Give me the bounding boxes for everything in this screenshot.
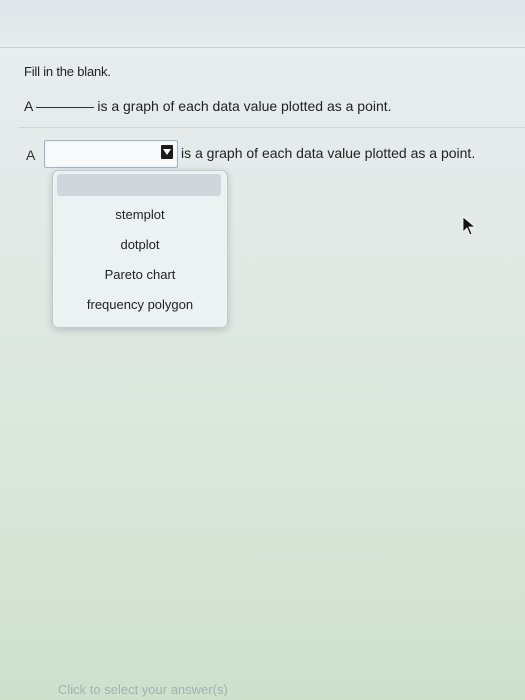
dropdown-option-frequency-polygon[interactable]: frequency polygon — [53, 297, 227, 312]
prompt-text: is a graph of each data value plotted as… — [97, 98, 392, 114]
dropdown-option-pareto-chart[interactable]: Pareto chart — [53, 267, 227, 282]
mouse-pointer-icon — [462, 216, 477, 236]
question-panel: Fill in the blank. Ais a graph of each d… — [0, 48, 525, 700]
dropdown-option-blank[interactable] — [57, 174, 221, 196]
dropdown-menu: stemplot dotplot Pareto chart frequency … — [52, 170, 228, 328]
top-bar — [0, 0, 525, 48]
prompt-letter: A — [24, 98, 34, 114]
dropdown-option-stemplot[interactable]: stemplot — [53, 207, 227, 222]
footer-hint: Click to select your answer(s) — [58, 682, 228, 697]
divider — [18, 127, 525, 128]
answer-text: is a graph of each data value plotted as… — [181, 145, 476, 161]
question-prompt: Ais a graph of each data value plotted a… — [24, 98, 392, 114]
answer-dropdown[interactable] — [44, 140, 178, 168]
chevron-down-icon[interactable] — [161, 145, 173, 159]
instruction-text: Fill in the blank. — [24, 64, 111, 79]
answer-letter: A — [26, 147, 36, 163]
dropdown-option-dotplot[interactable]: dotplot — [53, 237, 227, 252]
blank-line — [36, 107, 95, 108]
